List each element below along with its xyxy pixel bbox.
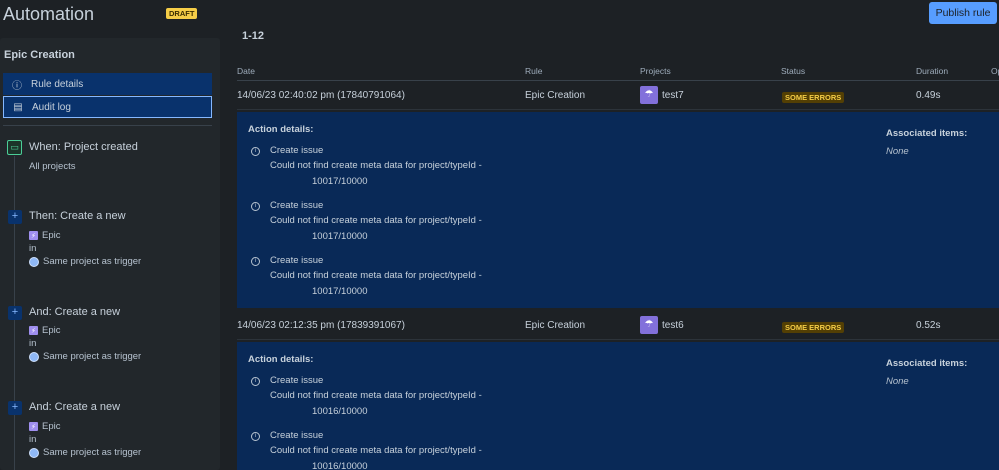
associated-items-label: Associated items: [886, 128, 968, 139]
action-item-code: 10016/10000 [312, 406, 368, 417]
action-issue-type: ⚡ Epic [29, 230, 60, 241]
project-avatar-icon: ☂ [640, 86, 658, 104]
issue-type-label: Epic [42, 325, 61, 336]
lightning-icon: ⚡ [29, 231, 38, 240]
action-item-code: 10016/10000 [312, 461, 368, 470]
row-divider [237, 109, 999, 110]
action-details-panel: Action details: Associated items: None i… [237, 342, 999, 470]
row-date[interactable]: 14/06/23 02:40:02 pm (17840791064) [237, 90, 405, 101]
action-issue-type: ⚡ Epic [29, 421, 60, 432]
result-range: 1-12 [242, 30, 265, 42]
action-details-panel: Action details: Associated items: None i… [237, 112, 999, 308]
sidebar-divider [3, 125, 212, 126]
action-project: Same project as trigger [29, 447, 141, 458]
action-item-title: Create issue [270, 255, 324, 266]
row-duration: 0.49s [916, 90, 941, 101]
column-header-rule: Rule [525, 66, 543, 76]
row-divider [237, 339, 999, 340]
row-rule: Epic Creation [525, 90, 586, 101]
action-item-title: Create issue [270, 375, 324, 386]
project-avatar-icon: ☂ [640, 316, 658, 334]
nav-audit-log[interactable]: ▤ Audit log [3, 96, 212, 118]
action-item-message: Could not find create meta data for proj… [270, 390, 482, 401]
action-in-label: in [29, 338, 37, 349]
lightning-icon: ⚡ [29, 422, 38, 431]
associated-items-value: None [886, 376, 909, 387]
page-title: Automation [3, 4, 95, 24]
plus-icon: + [8, 401, 22, 415]
document-icon: ▤ [13, 101, 23, 113]
nav-rule-details-label: Rule details [31, 78, 84, 90]
row-rule: Epic Creation [525, 320, 586, 331]
column-header-date: Date [237, 66, 255, 76]
action-project-label: Same project as trigger [43, 447, 142, 458]
row-project[interactable]: test7 [662, 90, 684, 101]
action-issue-type: ⚡ Epic [29, 325, 60, 336]
draft-badge: DRAFT [166, 8, 198, 19]
folder-icon: ▭ [7, 140, 22, 155]
action-item-title: Create issue [270, 430, 324, 441]
action-project: Same project as trigger [29, 351, 141, 362]
sidebar-title: Epic Creation [4, 49, 75, 61]
action-step-title[interactable]: Then: Create a new [29, 210, 126, 222]
plus-icon: + [8, 210, 22, 224]
info-icon: i [251, 147, 260, 156]
action-item-message: Could not find create meta data for proj… [270, 215, 482, 226]
column-header-projects: Projects [640, 66, 671, 76]
action-project-label: Same project as trigger [43, 351, 142, 362]
info-icon: i [251, 432, 260, 441]
publish-rule-button[interactable]: Publish rule [929, 2, 997, 24]
action-item-message: Could not find create meta data for proj… [270, 160, 482, 171]
action-project: Same project as trigger [29, 256, 141, 267]
trigger-step-subtitle: All projects [29, 161, 76, 172]
globe-icon [29, 256, 39, 267]
action-item-code: 10017/10000 [312, 231, 368, 242]
action-item-code: 10017/10000 [312, 286, 368, 297]
action-details-label: Action details: [248, 124, 314, 135]
action-step-title[interactable]: And: Create a new [29, 306, 120, 318]
action-in-label: in [29, 434, 37, 445]
issue-type-label: Epic [42, 230, 61, 241]
rule-sidebar: Epic Creation ⓘ Rule details ▤ Audit log… [0, 38, 220, 470]
action-in-label: in [29, 243, 37, 254]
info-icon: i [251, 202, 260, 211]
lightning-icon: ⚡ [29, 326, 38, 335]
action-project-label: Same project as trigger [43, 256, 142, 267]
status-badge: SOME ERRORS [782, 92, 845, 103]
action-step-title[interactable]: And: Create a new [29, 401, 120, 413]
action-item-code: 10017/10000 [312, 176, 368, 187]
globe-icon [29, 447, 39, 458]
info-icon: ⓘ [12, 80, 22, 92]
issue-type-label: Epic [42, 421, 61, 432]
info-icon: i [251, 257, 260, 266]
row-date[interactable]: 14/06/23 02:12:35 pm (17839391067) [237, 320, 405, 331]
action-item-message: Could not find create meta data for proj… [270, 270, 482, 281]
associated-items-label: Associated items: [886, 358, 968, 369]
plus-icon: + [8, 306, 22, 320]
status-badge: SOME ERRORS [782, 322, 845, 333]
nav-audit-log-label: Audit log [32, 101, 71, 113]
row-project[interactable]: test6 [662, 320, 684, 331]
nav-rule-details[interactable]: ⓘ Rule details [3, 73, 212, 95]
action-item-title: Create issue [270, 145, 324, 156]
globe-icon [29, 351, 39, 362]
column-header-op: Op [991, 66, 999, 76]
info-icon: i [251, 377, 260, 386]
column-header-status: Status [781, 66, 806, 76]
associated-items-value: None [886, 146, 909, 157]
action-item-message: Could not find create meta data for proj… [270, 445, 482, 456]
action-details-label: Action details: [248, 354, 314, 365]
row-duration: 0.52s [916, 320, 941, 331]
action-item-title: Create issue [270, 200, 324, 211]
trigger-step-title[interactable]: When: Project created [29, 141, 138, 153]
column-header-duration: Duration [916, 66, 949, 76]
header-divider [237, 80, 999, 81]
